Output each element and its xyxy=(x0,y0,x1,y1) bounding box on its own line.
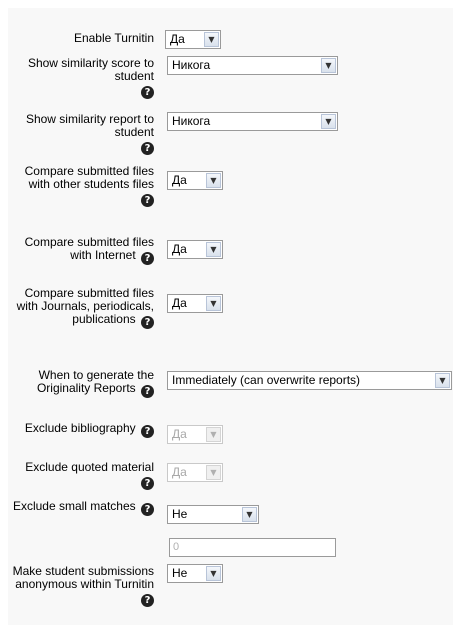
exclude-small-value-input[interactable]: 0 xyxy=(169,538,336,557)
generate-reports-label: When to generate the Originality Reports… xyxy=(36,368,154,398)
show-score-select[interactable]: Никога ▼ xyxy=(167,56,338,75)
compare-internet-label: Compare submitted files with Internet ? xyxy=(24,235,154,265)
chevron-down-icon: ▼ xyxy=(206,296,221,311)
chevron-down-icon: ▼ xyxy=(206,465,221,480)
show-report-label: Show similarity report to student ? xyxy=(25,112,154,155)
compare-students-select[interactable]: Да ▼ xyxy=(167,171,223,190)
show-score-label: Show similarity score to student ? xyxy=(27,56,154,99)
exclude-bibliography-label: Exclude bibliography ? xyxy=(8,422,154,438)
chevron-down-icon: ▼ xyxy=(206,173,221,188)
compare-journals-select[interactable]: Да ▼ xyxy=(167,294,223,313)
chevron-down-icon: ▼ xyxy=(206,566,221,581)
chevron-down-icon: ▼ xyxy=(435,373,450,388)
enable-turnitin-label: Enable Turnitin xyxy=(73,31,154,45)
exclude-small-select[interactable]: Не ▼ xyxy=(167,505,259,524)
chevron-down-icon: ▼ xyxy=(321,58,336,73)
help-icon[interactable]: ? xyxy=(141,503,154,516)
compare-students-label: Compare submitted files with other stude… xyxy=(24,164,154,207)
chevron-down-icon: ▼ xyxy=(206,427,221,442)
help-icon[interactable]: ? xyxy=(141,252,154,265)
help-icon[interactable]: ? xyxy=(141,385,154,398)
help-icon[interactable]: ? xyxy=(141,316,154,329)
exclude-bibliography-select: Да ▼ xyxy=(167,425,223,444)
generate-reports-select[interactable]: Immediately (can overwrite reports) ▼ xyxy=(167,371,452,390)
chevron-down-icon: ▼ xyxy=(204,32,219,47)
show-report-select[interactable]: Никога ▼ xyxy=(167,112,338,131)
chevron-down-icon: ▼ xyxy=(206,242,221,257)
help-icon[interactable]: ? xyxy=(141,142,154,155)
chevron-down-icon: ▼ xyxy=(321,114,336,129)
help-icon[interactable]: ? xyxy=(141,594,154,607)
help-icon[interactable]: ? xyxy=(141,86,154,99)
compare-internet-select[interactable]: Да ▼ xyxy=(167,240,223,259)
exclude-quoted-select: Да ▼ xyxy=(167,463,223,482)
help-icon[interactable]: ? xyxy=(141,425,154,438)
chevron-down-icon: ▼ xyxy=(242,507,257,522)
exclude-small-label: Exclude small matches ? xyxy=(8,500,154,516)
exclude-quoted-label: Exclude quoted material ? xyxy=(25,460,154,490)
compare-journals-label: Compare submitted files with Journals, p… xyxy=(16,286,154,329)
enable-turnitin-select[interactable]: Да ▼ xyxy=(165,30,221,49)
turnitin-settings-form: Enable Turnitin Да ▼ Show similarity sco… xyxy=(8,8,453,625)
anonymous-label: Make student submissions anonymous withi… xyxy=(12,564,154,607)
help-icon[interactable]: ? xyxy=(141,194,154,207)
anonymous-select[interactable]: Не ▼ xyxy=(167,564,223,583)
help-icon[interactable]: ? xyxy=(141,477,154,490)
